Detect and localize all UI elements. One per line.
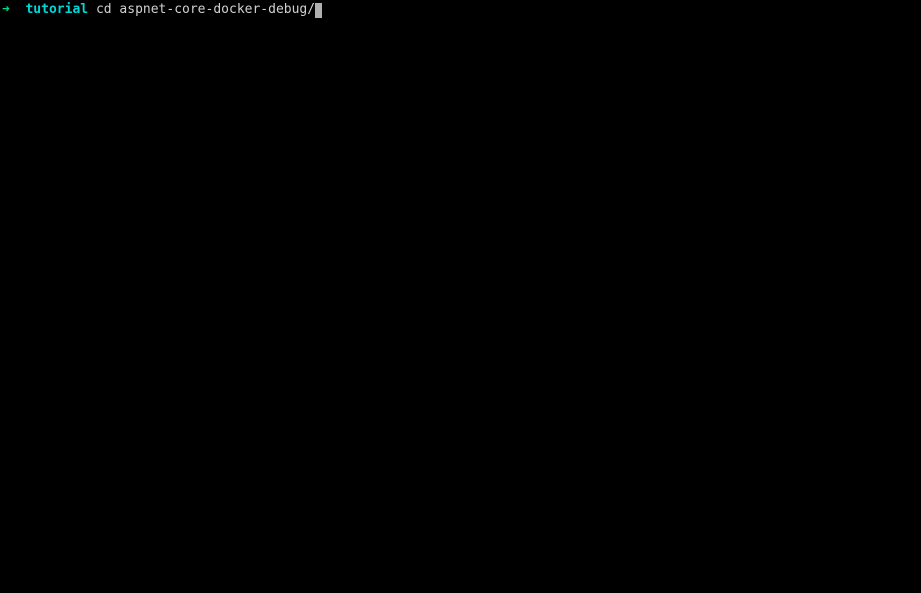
prompt-arrow-icon: ➜ xyxy=(2,2,10,19)
terminal-prompt-line[interactable]: ➜ tutorial cd aspnet-core-docker-debug/ xyxy=(2,2,919,19)
cursor-icon xyxy=(315,3,322,18)
prompt-context: tutorial xyxy=(25,2,88,19)
command-input[interactable]: cd aspnet-core-docker-debug/ xyxy=(96,2,315,19)
